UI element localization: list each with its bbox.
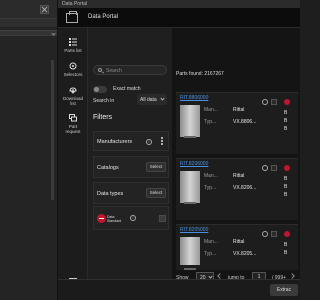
window-titlebar: Data Portal bbox=[58, 0, 300, 8]
search-icon bbox=[98, 68, 102, 72]
info-icon[interactable] bbox=[262, 231, 268, 237]
search-input[interactable] bbox=[106, 67, 164, 74]
result-card[interactable]: RIT.8205000 Man... Rittal Typ... VX.8205… bbox=[176, 224, 298, 270]
chevron-down-icon bbox=[160, 96, 165, 101]
select-checkbox[interactable] bbox=[271, 231, 277, 237]
exact-match-label: Exact match bbox=[113, 86, 141, 92]
manufacturer-value: Rittal bbox=[233, 107, 245, 113]
download-icon bbox=[69, 87, 77, 94]
data-standard-logo-icon bbox=[97, 214, 106, 223]
result-link[interactable]: RIT.8205000 bbox=[180, 227, 208, 233]
rail-item-part-request[interactable]: Part request bbox=[58, 114, 88, 134]
part-image[interactable] bbox=[180, 105, 200, 138]
data-standard-checkbox[interactable] bbox=[159, 215, 166, 222]
data-types-label: Data types bbox=[97, 191, 124, 197]
detail-value: B bbox=[284, 126, 288, 132]
data-standard-filter: Data Standard i bbox=[93, 206, 169, 230]
chevron-down-icon bbox=[208, 274, 213, 279]
detail-value: B bbox=[284, 192, 288, 198]
rail-item-download-list[interactable]: Download list bbox=[58, 86, 88, 106]
result-link[interactable]: RIT.8806000 bbox=[180, 95, 208, 101]
search-in-value: All data bbox=[140, 97, 157, 103]
host-scrollbar[interactable] bbox=[51, 60, 54, 200]
catalogs-select-button[interactable]: Select bbox=[146, 162, 166, 172]
type-value: VX.8806... bbox=[233, 119, 257, 125]
data-types-select-button[interactable]: Select bbox=[146, 188, 166, 198]
select-checkbox[interactable] bbox=[271, 99, 277, 105]
select-checkbox[interactable] bbox=[271, 165, 277, 171]
rail-item-selectors[interactable]: Selectors bbox=[58, 62, 88, 77]
chat-icon bbox=[69, 114, 77, 122]
rail-label: Parts list bbox=[64, 48, 82, 53]
portal-header: Data Portal bbox=[58, 8, 300, 28]
manufacturers-label: Manufacturers bbox=[97, 139, 133, 145]
data-portal-window: Data Portal Data Portal Parts list Selec… bbox=[58, 0, 300, 300]
icon-rail: Parts list Selectors Download list Part … bbox=[58, 28, 88, 300]
filters-heading: Filters bbox=[93, 114, 113, 121]
field-label: Man... bbox=[204, 239, 218, 245]
field-label: Man... bbox=[204, 173, 218, 179]
extract-button[interactable]: Extrac bbox=[270, 284, 298, 296]
data-types-filter: Data types Select bbox=[93, 182, 169, 204]
detail-value: B bbox=[284, 184, 288, 190]
part-image[interactable] bbox=[180, 171, 200, 204]
detail-value: B bbox=[284, 242, 288, 248]
info-icon[interactable]: i bbox=[146, 139, 152, 145]
info-icon[interactable] bbox=[262, 99, 268, 105]
type-value: VX.8205... bbox=[233, 251, 257, 257]
box-icon bbox=[66, 11, 78, 23]
data-standard-badge-icon bbox=[284, 165, 290, 171]
info-icon[interactable] bbox=[262, 165, 268, 171]
rail-label: Part request bbox=[65, 124, 81, 134]
next-page-icon[interactable] bbox=[289, 273, 295, 279]
search-in-label: Search in bbox=[93, 98, 115, 104]
type-value: VX.8206... bbox=[233, 185, 257, 191]
parts-found-count: Parts found: 2167267 bbox=[176, 71, 224, 77]
host-toolbar bbox=[0, 0, 57, 18]
manufacturer-value: Rittal bbox=[233, 239, 245, 245]
search-box[interactable] bbox=[93, 65, 167, 75]
rail-item-parts-list[interactable]: Parts list bbox=[58, 38, 88, 53]
field-label: Typ... bbox=[204, 185, 217, 191]
close-icon[interactable] bbox=[40, 5, 49, 14]
more-options-icon[interactable] bbox=[161, 137, 163, 146]
exact-match-toggle[interactable] bbox=[93, 86, 107, 93]
detail-value: B bbox=[284, 250, 288, 256]
detail-value: B bbox=[284, 118, 288, 124]
rail-label: Selectors bbox=[63, 72, 83, 77]
detail-value: B bbox=[284, 110, 288, 116]
data-standard-badge-icon bbox=[284, 231, 290, 237]
catalogs-filter: Catalogs Select bbox=[93, 156, 169, 178]
field-label: Typ... bbox=[204, 119, 217, 125]
filters-panel: Exact match Search in All data Filters M… bbox=[88, 28, 172, 300]
dialog-footer: Extrac bbox=[58, 279, 300, 300]
results-panel: Parts found: 2167267 RIT.8806000 Man... … bbox=[172, 28, 300, 300]
data-standard-badge-icon bbox=[284, 99, 290, 105]
part-image[interactable] bbox=[180, 237, 200, 270]
chevron-down-icon[interactable] bbox=[51, 31, 56, 36]
catalogs-label: Catalogs bbox=[97, 165, 119, 171]
info-icon[interactable]: i bbox=[130, 215, 136, 221]
field-label: Typ... bbox=[204, 251, 217, 257]
rail-label: Download list bbox=[63, 96, 84, 106]
host-section-header[interactable] bbox=[0, 30, 57, 36]
host-app-panel bbox=[0, 0, 58, 300]
search-in-select[interactable]: All data bbox=[137, 94, 167, 105]
field-label: Man... bbox=[204, 107, 218, 113]
manufacturers-filter[interactable]: Manufacturers i bbox=[93, 131, 169, 151]
detail-value: B bbox=[284, 176, 288, 182]
result-link[interactable]: RIT.8206000 bbox=[180, 161, 208, 167]
manufacturer-value: Rittal bbox=[233, 173, 245, 179]
portal-title: Data Portal bbox=[88, 14, 119, 20]
previous-page-icon[interactable] bbox=[217, 273, 223, 279]
result-card[interactable]: RIT.8206000 Man... Rittal Typ... VX.8206… bbox=[176, 158, 298, 220]
host-tab-bar bbox=[0, 18, 57, 27]
list-icon bbox=[69, 38, 77, 46]
window-title: Data Portal bbox=[62, 1, 88, 7]
selector-icon bbox=[69, 62, 77, 70]
data-standard-label: Data Standard bbox=[107, 215, 122, 223]
result-card[interactable]: RIT.8806000 Man... Rittal Typ... VX.8806… bbox=[176, 92, 298, 154]
